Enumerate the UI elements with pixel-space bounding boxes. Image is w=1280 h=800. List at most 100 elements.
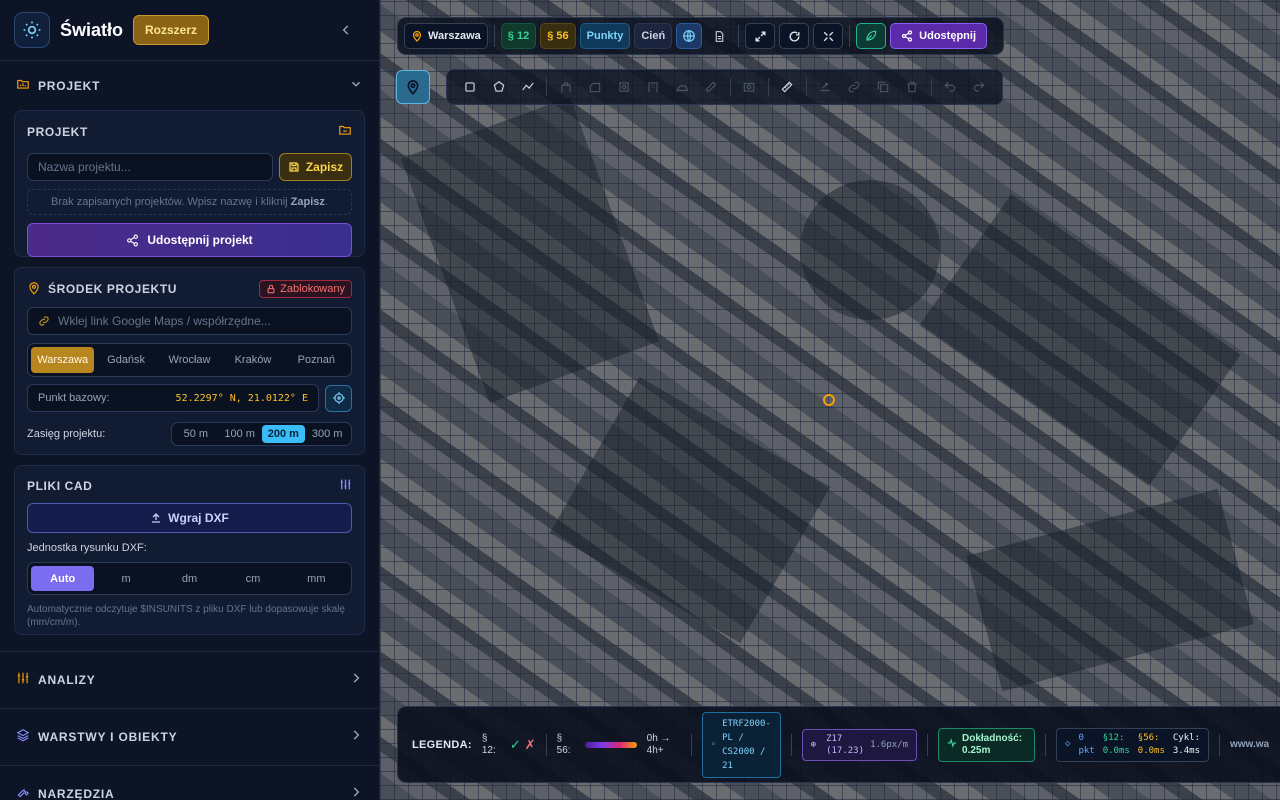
shadow-toggle[interactable]: Cień: [634, 23, 673, 49]
legend-title: LEGENDA:: [412, 738, 472, 751]
wrench-icon: [16, 785, 30, 800]
legend-crs-box: ◦ ETRF2000-PL / CS2000 / 21: [701, 711, 781, 778]
section-projekt-header[interactable]: PROJEKT: [0, 62, 379, 110]
trash-tool-icon[interactable]: [898, 72, 927, 102]
legend-cycle-time: 3.4ms: [1172, 745, 1200, 756]
extrude-tool-icon[interactable]: [811, 72, 840, 102]
location-pin-icon: [407, 80, 419, 95]
project-center-marker[interactable]: [823, 394, 835, 406]
legend-ok-mark: ✓: [509, 736, 521, 752]
legend-scale-text: 1.6px/m: [870, 739, 909, 750]
building-tool-icon[interactable]: [551, 72, 580, 102]
range-option-200[interactable]: 200 m: [261, 425, 306, 443]
unit-option-cm[interactable]: cm: [221, 566, 284, 591]
chevron-right-icon: [349, 785, 363, 800]
location-button[interactable]: Warszawa: [404, 23, 488, 49]
legend-url[interactable]: www.wa: [1230, 739, 1269, 750]
legend-s12-label: § 12:: [481, 732, 496, 756]
toolbar-divider: [729, 78, 731, 96]
camera-tool-icon[interactable]: [735, 72, 764, 102]
location-pin-icon: [412, 30, 422, 42]
layers-icon: [16, 728, 30, 747]
document-button[interactable]: [706, 23, 732, 49]
share-project-label: Udostępnij projekt: [147, 233, 253, 247]
legend-zoom-text: Z17 (17.23): [826, 733, 865, 756]
unit-option-auto[interactable]: Auto: [31, 566, 95, 591]
redo-icon[interactable]: [965, 72, 994, 102]
maps-link-input[interactable]: Wklej link Google Maps / współrzędne...: [27, 307, 352, 335]
city-option-krakow[interactable]: Kraków: [221, 347, 284, 373]
toolbar-divider: [767, 78, 769, 96]
points-toggle[interactable]: Punkty: [579, 23, 631, 49]
share-project-button[interactable]: Udostępnij projekt: [27, 223, 352, 257]
roof-tool-icon[interactable]: [667, 72, 696, 102]
upload-dxf-button[interactable]: Wgraj DXF: [27, 503, 352, 533]
section-narzedzia-label: NARZĘDZIA: [38, 787, 115, 800]
unit-option-m[interactable]: m: [94, 566, 157, 591]
location-pin-icon: [27, 281, 41, 298]
fullscreen-button[interactable]: [813, 23, 844, 49]
range-option-100[interactable]: 100 m: [218, 425, 262, 443]
undo-icon[interactable]: [936, 72, 965, 102]
sliders-icon[interactable]: [339, 478, 352, 494]
legend-range-low: 0h →: [646, 732, 671, 744]
expand-button[interactable]: Rozszerz: [133, 15, 210, 45]
dxf-unit-selector: Auto m dm cm mm: [27, 562, 352, 595]
s12-toggle[interactable]: § 12: [500, 23, 537, 49]
folder-chart-icon: [16, 77, 30, 96]
city-option-wroclaw[interactable]: Wrocław: [158, 347, 221, 373]
globe-button[interactable]: [676, 23, 703, 49]
tower-tool-icon[interactable]: [609, 72, 638, 102]
unit-option-dm[interactable]: dm: [158, 566, 221, 591]
share-button[interactable]: Udostępnij: [890, 23, 988, 49]
place-pin-button[interactable]: [396, 70, 430, 104]
project-name-input[interactable]: Nazwa projektu...: [27, 153, 273, 181]
diamond-icon: ◇: [1065, 739, 1071, 749]
legend-divider: [545, 733, 547, 756]
legend-s56-label: § 56:: [556, 732, 571, 756]
facade-tool-icon[interactable]: [638, 72, 667, 102]
ruler-tool-icon[interactable]: [773, 72, 802, 102]
save-project-button[interactable]: Zapisz: [279, 153, 352, 181]
link-tool-icon[interactable]: [840, 72, 869, 102]
city-selector: Warszawa Gdańsk Wrocław Kraków Poznań: [27, 343, 352, 377]
dxf-unit-label: Jednostka rysunku DXF:: [27, 542, 147, 554]
rectangle-tool-icon[interactable]: [455, 72, 484, 102]
city-option-gdansk[interactable]: Gdańsk: [94, 347, 157, 373]
eraser-tool-icon[interactable]: [696, 72, 725, 102]
legend-s56-gradient: [584, 741, 637, 748]
range-option-50[interactable]: 50 m: [174, 425, 218, 443]
city-option-poznan[interactable]: Poznań: [285, 347, 348, 373]
drone-button[interactable]: [856, 23, 887, 49]
legend-s56-time-label: §56:: [1137, 732, 1160, 743]
map-top-toolbar: Warszawa § 12 § 56 Punkty Cień Udostępni…: [397, 17, 1004, 55]
project-card-title: PROJEKT: [27, 123, 352, 140]
legend-range-high: 4h+: [646, 744, 664, 756]
chevron-down-icon: [349, 77, 363, 96]
dxf-unit-hint: Automatycznie odczytuje $INSUNITS z plik…: [27, 604, 345, 628]
locate-crosshair-button[interactable]: [325, 384, 352, 412]
sun-logo-icon: [14, 12, 50, 48]
expand-arrows-icon: [755, 30, 766, 42]
city-option-warszawa[interactable]: Warszawa: [31, 347, 95, 373]
unit-option-mm[interactable]: mm: [285, 566, 348, 591]
legend-fail-mark: ✗: [524, 736, 536, 752]
range-option-300[interactable]: 300 m: [305, 425, 349, 443]
folder-icon[interactable]: [338, 123, 352, 140]
section-warstwy[interactable]: WARSTWY I OBIEKTY: [0, 708, 379, 765]
expand-button[interactable]: [745, 23, 776, 49]
section-narzedzia[interactable]: NARZĘDZIA: [0, 765, 379, 800]
locked-badge[interactable]: Zablokowany: [259, 280, 352, 298]
app-root: Światło Rozszerz PROJEKT PROJEKT Nazwa p…: [0, 0, 1280, 800]
refresh-button[interactable]: [779, 23, 810, 49]
range-label: Zasięg projektu:: [27, 428, 106, 440]
polygon-tool-icon[interactable]: [484, 72, 513, 102]
legend-cycle-label: Cykl:: [1172, 732, 1200, 743]
s56-toggle[interactable]: § 56: [540, 23, 576, 49]
section-analizy[interactable]: ANALIZY: [0, 651, 379, 708]
collapse-sidebar-icon[interactable]: [337, 21, 355, 39]
copy-tool-icon[interactable]: [869, 72, 898, 102]
legend-stats-box: ◇ 0 pkt §12: 0.0ms §56: 0.0ms Cykl: 3.4ms: [1056, 727, 1209, 762]
block-tool-icon[interactable]: [580, 72, 609, 102]
polyline-tool-icon[interactable]: [513, 72, 542, 102]
